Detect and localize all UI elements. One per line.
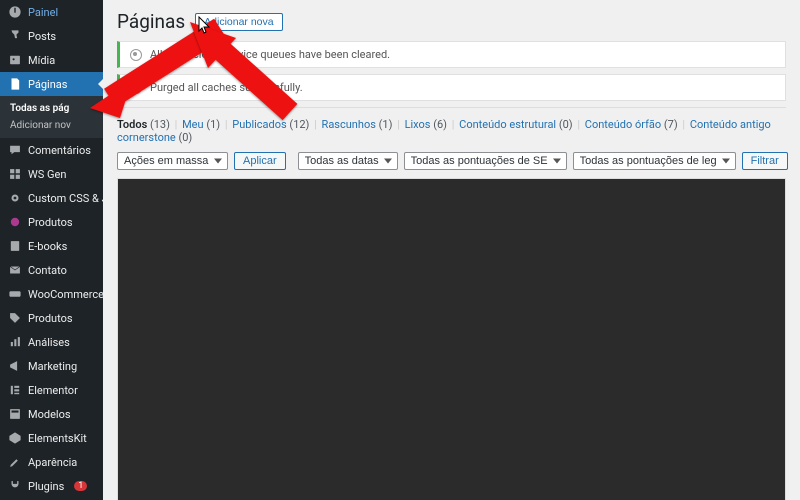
sidebar-item-analises[interactable]: Análises [0,330,103,354]
bulk-actions-select[interactable]: Ações em massa [117,152,228,170]
filter-toolbar: Ações em massa Aplicar Todas as datas To… [117,152,786,170]
page-icon [8,77,22,91]
add-new-button[interactable]: Adicionar nova [195,13,282,31]
info-icon [130,49,142,61]
book-icon [8,239,22,253]
sidebar-item-wsgen[interactable]: WS Gen [0,162,103,186]
megaphone-icon [8,359,22,373]
sidebar-item-elementor[interactable]: Elementor [0,378,103,402]
sidebar-item-plugins[interactable]: Plugins 1 [0,474,103,498]
view-count: (0) [176,131,193,144]
page-title: Páginas [117,10,185,33]
view-link[interactable]: Todos [117,118,147,131]
sidebar-item-contato[interactable]: Contato [0,258,103,282]
sidebar-item-label: Elementor [28,384,78,397]
view-count: (6) [430,118,447,131]
kit-icon [8,431,22,445]
comment-icon [8,143,22,157]
sidebar-item-woocommerce[interactable]: WooCommerce [0,282,103,306]
sidebar-item-modelos[interactable]: Modelos [0,402,103,426]
page-header: Páginas Adicionar nova [117,10,786,33]
sidebar-item-label: Posts [28,30,56,43]
gear-icon [8,191,22,205]
sidebar-item-label: Painel [28,6,58,19]
view-filter-links: Todos (13) | Meu (1) | Publicados (12) |… [117,118,786,144]
sidebar-item-marketing[interactable]: Marketing [0,354,103,378]
elementor-icon [8,383,22,397]
notice-text: All QUIC.cloud service queues have been … [150,48,390,61]
main-content: Páginas Adicionar nova All QUIC.cloud se… [103,0,800,500]
sidebar-item-label: Mídia [28,54,55,67]
grid-icon [8,167,22,181]
view-count: (1) [376,118,393,131]
submenu-all-pages[interactable]: Todas as pág [0,100,103,117]
seo-score-select[interactable]: Todas as pontuações de SE [404,152,567,170]
sidebar-item-customcss[interactable]: Custom CSS & JS [0,186,103,210]
chart-icon [8,335,22,349]
product-icon [8,215,22,229]
sidebar-item-label: Marketing [28,360,77,373]
brush-icon [8,455,22,469]
sidebar-item-painel[interactable]: Painel [0,0,103,24]
readability-score-select[interactable]: Todas as pontuações de leg [573,152,736,170]
plugin-update-badge: 1 [74,481,87,491]
sidebar-submenu-paginas: Todas as pág Adicionar nov [0,96,103,138]
content-table-area [117,178,786,500]
sidebar-item-produtos2[interactable]: Produtos [0,306,103,330]
view-link[interactable]: Conteúdo estrutural [459,118,556,131]
sidebar-item-label: Contato [28,264,67,277]
plug-icon [8,479,22,493]
view-count: (12) [287,118,310,131]
sidebar-item-label: Análises [28,336,70,349]
sidebar-item-label: E-books [28,240,67,253]
view-link[interactable]: Rascunhos [322,118,376,131]
view-link[interactable]: Conteúdo órfão [585,118,661,131]
admin-sidebar: Painel Posts Mídia Páginas Todas as pág … [0,0,103,500]
sidebar-item-paginas[interactable]: Páginas [0,72,103,96]
separator [117,107,786,108]
mail-icon [8,263,22,277]
info-icon [130,82,142,94]
sidebar-item-label: Páginas [28,78,67,91]
sidebar-item-label: Produtos [28,312,73,325]
view-link[interactable]: Publicados [232,118,286,131]
sidebar-item-elementskit[interactable]: ElementsKit [0,426,103,450]
sidebar-item-produtos1[interactable]: Produtos [0,210,103,234]
pin-icon [8,29,22,43]
sidebar-item-label: WS Gen [28,168,66,181]
apply-button[interactable]: Aplicar [234,152,286,170]
notice-purge: Purged all caches successfully. [117,74,786,101]
sidebar-item-label: Aparência [28,456,77,469]
dates-select[interactable]: Todas as datas [298,152,398,170]
notice-text: Purged all caches successfully. [150,81,303,94]
woo-icon [8,287,22,301]
sidebar-item-comentarios[interactable]: Comentários [0,138,103,162]
view-count: (7) [661,118,678,131]
sidebar-item-aparencia[interactable]: Aparência [0,450,103,474]
sidebar-item-ebooks[interactable]: E-books [0,234,103,258]
view-link[interactable]: Lixos [405,118,431,131]
sidebar-item-label: WooCommerce [28,288,103,301]
sidebar-item-label: Modelos [28,408,71,421]
app-root: Painel Posts Mídia Páginas Todas as pág … [0,0,800,500]
media-icon [8,53,22,67]
view-link[interactable]: Meu [182,118,204,131]
dashboard-icon [8,5,22,19]
submenu-add-new[interactable]: Adicionar nov [0,117,103,134]
sidebar-item-midia[interactable]: Mídia [0,48,103,72]
view-count: (13) [147,118,170,131]
sidebar-item-label: Custom CSS & JS [28,192,103,205]
sidebar-item-label: Comentários [28,144,91,157]
view-count: (1) [204,118,221,131]
view-count: (0) [556,118,573,131]
tag-icon [8,311,22,325]
filter-button[interactable]: Filtrar [742,152,788,170]
sidebar-item-posts[interactable]: Posts [0,24,103,48]
template-icon [8,407,22,421]
sidebar-item-label: Produtos [28,216,73,229]
notice-quic: All QUIC.cloud service queues have been … [117,41,786,68]
sidebar-item-label: Plugins [28,480,64,493]
sidebar-item-label: ElementsKit [28,432,87,445]
